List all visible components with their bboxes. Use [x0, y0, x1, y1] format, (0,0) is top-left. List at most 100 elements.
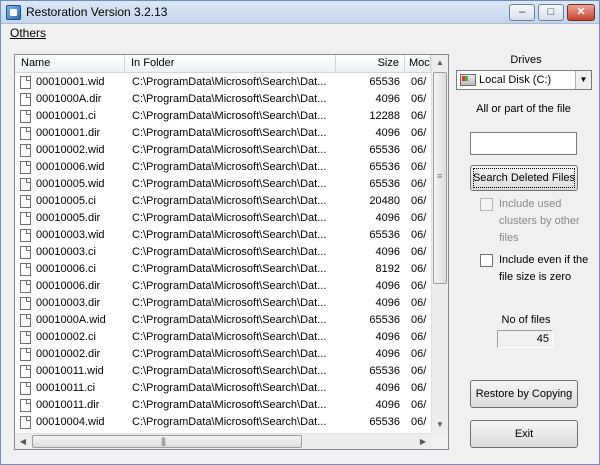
- table-row[interactable]: 00010003.dir C:\ProgramData\Microsoft\Sea…: [15, 295, 431, 312]
- vertical-scrollbar[interactable]: ▲ ≡ ▼: [431, 55, 448, 433]
- table-row[interactable]: 0001000A.wid C:\ProgramData\Microsoft\Sea…: [15, 312, 431, 329]
- table-row[interactable]: 00010002.dir C:\ProgramData\Microsoft\Sea…: [15, 346, 431, 363]
- row-size: 4096: [375, 246, 400, 258]
- row-file-name: 00010002.ci: [36, 331, 96, 343]
- table-row[interactable]: 00010011.wid C:\ProgramData\Microsoft\Sea…: [15, 363, 431, 380]
- table-row[interactable]: 00010006.ci C:\ProgramData\Microsoft\Sear…: [15, 261, 431, 278]
- vertical-scroll-thumb[interactable]: ≡: [433, 72, 447, 284]
- table-row[interactable]: 00010001.ci C:\ProgramData\Microsoft\Sear…: [15, 108, 431, 125]
- row-folder: C:\ProgramData\Microsoft\Search\Dat...: [132, 178, 327, 190]
- search-deleted-files-button[interactable]: Search Deleted Files: [470, 165, 578, 191]
- file-icon: [20, 416, 31, 429]
- table-row[interactable]: 00010006.dir C:\ProgramData\Microsoft\Sea…: [15, 278, 431, 295]
- maximize-button[interactable]: □: [538, 4, 564, 21]
- drive-select[interactable]: Local Disk (C:) ▼: [456, 70, 592, 90]
- row-modified: 06/: [411, 144, 427, 156]
- table-row[interactable]: 00010002.wid C:\ProgramData\Microsoft\Sea…: [15, 142, 431, 159]
- table-row[interactable]: 0001000A.dir C:\ProgramData\Microsoft\Sea…: [15, 91, 431, 108]
- row-modified: 06/: [411, 382, 427, 394]
- row-size: 8192: [375, 263, 400, 275]
- file-icon: [20, 263, 31, 276]
- row-size: 4096: [375, 399, 400, 411]
- table-row[interactable]: 00010001.wid C:\ProgramData\Microsoft\Sea…: [15, 74, 431, 91]
- table-row[interactable]: 00010001.dir C:\ProgramData\Microsoft\Sea…: [15, 125, 431, 142]
- include-used-label: Include used clusters by other files: [499, 198, 580, 244]
- row-modified: 06/: [411, 280, 427, 292]
- table-row[interactable]: 00010004.wid C:\ProgramData\Microsoft\Sea…: [15, 414, 431, 431]
- column-header-folder[interactable]: In Folder: [125, 55, 336, 73]
- file-icon: [20, 110, 31, 123]
- file-icon: [20, 229, 31, 242]
- file-filter-label: All or part of the file: [476, 103, 571, 115]
- column-header-name[interactable]: Name: [15, 55, 125, 73]
- app-icon: [6, 5, 21, 20]
- row-file-name: 00010003.ci: [36, 246, 96, 258]
- menu-bar: Others: [1, 24, 599, 43]
- row-file-name: 00010006.ci: [36, 263, 96, 275]
- row-modified: 06/: [411, 110, 427, 122]
- scroll-down-icon[interactable]: ▼: [432, 417, 448, 433]
- file-list[interactable]: Name In Folder Size Moc 00010001.wid C:\P…: [14, 54, 449, 450]
- table-row[interactable]: 00010003.wid C:\ProgramData\Microsoft\Sea…: [15, 227, 431, 244]
- include-used-checkbox[interactable]: [480, 198, 493, 211]
- row-file-name: 00010003.wid: [36, 229, 105, 241]
- menu-others[interactable]: Others: [10, 26, 46, 40]
- close-button[interactable]: ✕: [567, 4, 595, 21]
- table-row[interactable]: 00010011.dir C:\ProgramData\Microsoft\Sea…: [15, 397, 431, 414]
- scroll-left-icon[interactable]: ◀: [15, 434, 31, 449]
- row-folder: C:\ProgramData\Microsoft\Search\Dat...: [132, 246, 327, 258]
- table-row[interactable]: 00010011.ci C:\ProgramData\Microsoft\Sear…: [15, 380, 431, 397]
- horizontal-scrollbar[interactable]: ◀ ||| ▶: [15, 433, 431, 449]
- row-file-name: 00010011.dir: [36, 399, 100, 411]
- row-modified: 06/: [411, 297, 427, 309]
- table-row[interactable]: 00010002.ci C:\ProgramData\Microsoft\Sear…: [15, 329, 431, 346]
- row-size: 20480: [369, 195, 400, 207]
- row-folder: C:\ProgramData\Microsoft\Search\Dat...: [132, 399, 327, 411]
- minimize-button[interactable]: –: [509, 4, 535, 21]
- include-zero-label: Include even if the file size is zero: [499, 254, 589, 283]
- row-file-name: 00010004.wid: [36, 416, 105, 428]
- chevron-down-icon[interactable]: ▼: [575, 71, 591, 89]
- row-size: 65536: [369, 144, 400, 156]
- table-row[interactable]: 00010005.ci C:\ProgramData\Microsoft\Sear…: [15, 193, 431, 210]
- row-folder: C:\ProgramData\Microsoft\Search\Dat...: [132, 382, 327, 394]
- file-icon: [20, 382, 31, 395]
- row-file-name: 00010001.wid: [36, 76, 105, 88]
- row-folder: C:\ProgramData\Microsoft\Search\Dat...: [132, 263, 327, 275]
- row-file-name: 00010003.dir: [36, 297, 101, 309]
- file-filter-input[interactable]: [470, 132, 577, 155]
- row-folder: C:\ProgramData\Microsoft\Search\Dat...: [132, 212, 327, 224]
- include-zero-checkbox[interactable]: [480, 254, 493, 267]
- row-folder: C:\ProgramData\Microsoft\Search\Dat...: [132, 93, 327, 105]
- row-file-name: 00010005.wid: [36, 178, 105, 190]
- row-size: 4096: [375, 348, 400, 360]
- table-row[interactable]: 00010003.ci C:\ProgramData\Microsoft\Sear…: [15, 244, 431, 261]
- row-folder: C:\ProgramData\Microsoft\Search\Dat...: [132, 110, 327, 122]
- restore-by-copying-button[interactable]: Restore by Copying: [470, 380, 578, 408]
- file-icon: [20, 331, 31, 344]
- row-size: 4096: [375, 331, 400, 343]
- row-modified: 06/: [411, 127, 427, 139]
- scroll-up-icon[interactable]: ▲: [432, 55, 448, 71]
- row-size: 4096: [375, 280, 400, 292]
- row-folder: C:\ProgramData\Microsoft\Search\Dat...: [132, 229, 327, 241]
- exit-button[interactable]: Exit: [470, 420, 578, 448]
- file-icon: [20, 297, 31, 310]
- table-row[interactable]: 00010006.wid C:\ProgramData\Microsoft\Sea…: [15, 159, 431, 176]
- horizontal-scroll-thumb[interactable]: |||: [32, 435, 302, 448]
- row-folder: C:\ProgramData\Microsoft\Search\Dat...: [132, 331, 327, 343]
- column-header-size[interactable]: Size: [336, 55, 405, 73]
- table-row[interactable]: 00010005.dir C:\ProgramData\Microsoft\Sea…: [15, 210, 431, 227]
- title-bar[interactable]: Restoration Version 3.2.13 – □ ✕: [1, 1, 599, 24]
- table-row[interactable]: 00010005.wid C:\ProgramData\Microsoft\Sea…: [15, 176, 431, 193]
- file-icon: [20, 144, 31, 157]
- row-modified: 06/: [411, 212, 427, 224]
- file-icon: [20, 212, 31, 225]
- column-header-modified[interactable]: Moc: [405, 55, 431, 73]
- row-file-name: 00010002.dir: [36, 348, 101, 360]
- file-icon: [20, 178, 31, 191]
- row-file-name: 00010006.dir: [36, 280, 101, 292]
- scroll-right-icon[interactable]: ▶: [415, 434, 431, 449]
- row-size: 65536: [369, 314, 400, 326]
- row-file-name: 0001000A.wid: [36, 314, 106, 326]
